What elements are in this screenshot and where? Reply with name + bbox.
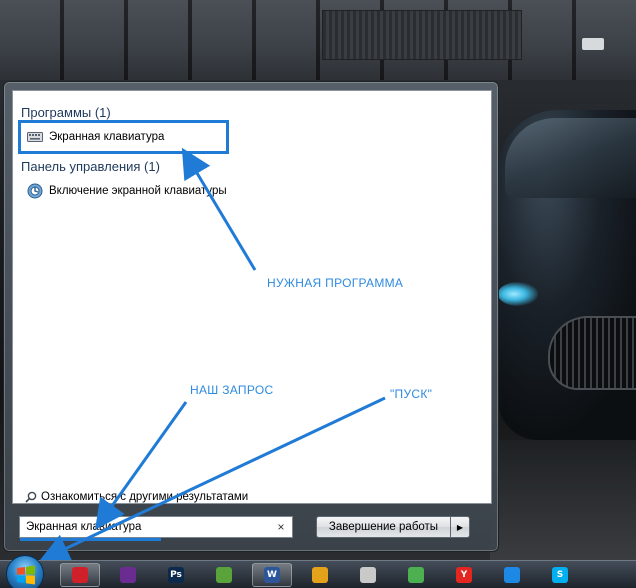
shutdown-button[interactable]: Завершение работы <box>316 516 450 538</box>
result-item-label: Включение экранной клавиатуры <box>49 185 227 197</box>
taskbar-button-skype[interactable]: S <box>540 563 580 587</box>
start-menu-bottom-bar: × Завершение работы ▶ <box>4 508 498 551</box>
start-button[interactable] <box>6 555 44 588</box>
taskbar: Ps W Y S <box>0 555 636 588</box>
taskbar-button-photoshop[interactable]: Ps <box>156 563 196 587</box>
windows-logo-icon <box>17 565 35 585</box>
yandex-icon: Y <box>456 567 472 583</box>
app-warning-icon <box>312 567 328 583</box>
shutdown-button-group: Завершение работы ▶ <box>316 516 470 538</box>
wallpaper-fence-panel <box>322 10 522 60</box>
chrome-icon <box>504 567 520 583</box>
taskbar-button-chrome[interactable] <box>492 563 532 587</box>
clear-search-icon[interactable]: × <box>274 519 288 535</box>
wallpaper-ground <box>490 440 636 560</box>
annotation-start: "ПУСК" <box>390 387 433 401</box>
wallpaper-car-grille <box>548 316 636 390</box>
wallpaper-sign <box>582 38 604 50</box>
group-header-programs: Программы (1) <box>21 105 111 120</box>
visual-studio-icon <box>120 567 136 583</box>
opera-icon <box>72 567 88 583</box>
taskbar-button-visual-studio[interactable] <box>108 563 148 587</box>
result-item-label: Экранная клавиатура <box>49 131 165 143</box>
app-misc-icon <box>360 567 376 583</box>
taskbar-button-app-misc[interactable] <box>348 563 388 587</box>
control-panel-icon <box>27 183 43 199</box>
utorrent-icon <box>216 567 232 583</box>
taskbar-button-app-warning[interactable] <box>300 563 340 587</box>
start-search-input[interactable] <box>19 516 293 538</box>
annotation-query-underline <box>20 538 161 541</box>
annotation-our-query: НАШ ЗАПРОС <box>190 383 274 397</box>
result-item-enable-on-screen-keyboard[interactable]: Включение экранной клавиатуры <box>27 181 227 201</box>
search-results-pane: Программы (1) Экранная клавиатура Панель… <box>12 90 492 504</box>
see-more-results-label: Ознакомиться с другими результатами <box>41 491 249 503</box>
start-menu: Программы (1) Экранная клавиатура Панель… <box>3 81 499 552</box>
taskbar-button-utorrent[interactable] <box>204 563 244 587</box>
taskbar-button-opera[interactable] <box>60 563 100 587</box>
taskbar-button-yandex[interactable]: Y <box>444 563 484 587</box>
word-icon: W <box>264 567 280 583</box>
keyboard-icon <box>27 132 43 142</box>
wallpaper-car-windshield <box>505 118 636 198</box>
shutdown-options-arrow-icon[interactable]: ▶ <box>450 516 470 538</box>
magnifier-icon <box>25 491 37 503</box>
wallpaper-car-headlight <box>498 282 538 306</box>
photoshop-icon: Ps <box>168 567 184 583</box>
group-header-control-panel: Панель управления (1) <box>21 159 160 174</box>
skype-icon: S <box>552 567 568 583</box>
app-globe-icon <box>408 567 424 583</box>
taskbar-button-word[interactable]: W <box>252 563 292 587</box>
wallpaper-fence <box>0 0 636 80</box>
taskbar-button-app-globe[interactable] <box>396 563 436 587</box>
annotation-needed-program: НУЖНАЯ ПРОГРАММА <box>267 276 404 290</box>
result-item-on-screen-keyboard[interactable]: Экранная клавиатура <box>27 127 164 147</box>
see-more-results-link[interactable]: Ознакомиться с другими результатами <box>25 489 248 505</box>
